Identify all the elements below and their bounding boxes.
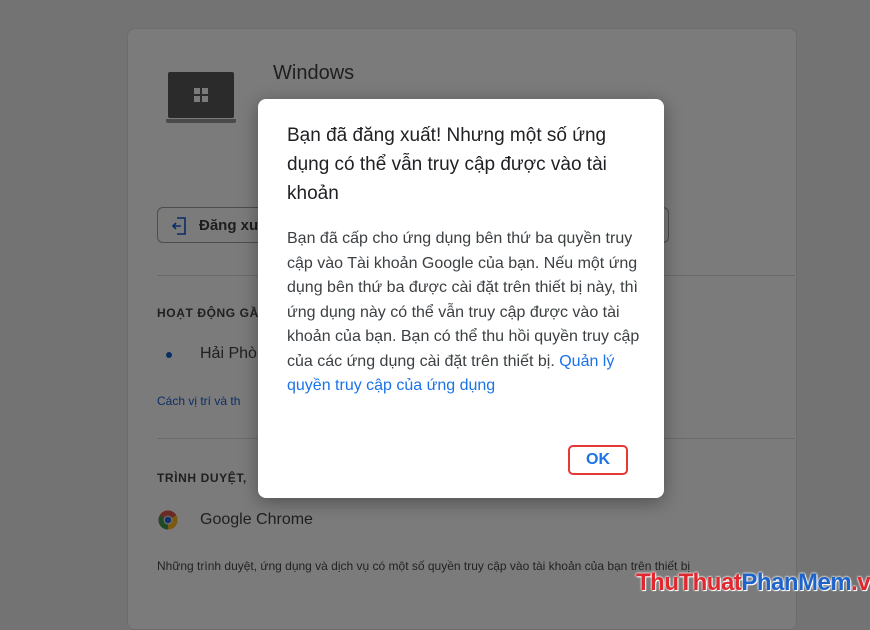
chrome-icon [158,510,178,530]
recent-activity-title: HOẠT ĐỘNG GẦ [157,306,259,320]
location-text: Hải Phò [200,345,257,362]
sign-out-icon [171,217,186,235]
chrome-label: Google Chrome [200,511,313,528]
dialog-title: Bạn đã đăng xuất! Nhưng một số ứng dụng … [287,125,607,204]
dialog-body: Bạn đã cấp cho ứng dụng bên thứ ba quyền… [287,227,649,399]
signed-out-dialog: Bạn đã đăng xuất! Nhưng một số ứng dụng … [258,99,664,498]
sign-out-label: Đăng xu [199,217,259,234]
browsers-section-title: TRÌNH DUYỆT, [157,471,247,485]
device-name: Windows [273,62,355,84]
laptop-icon [166,72,236,124]
dialog-body-text: Bạn đã cấp cho ứng dụng bên thứ ba quyền… [287,230,640,370]
ok-button[interactable]: OK [568,445,628,475]
watermark: ThuThuatPhanMem.vn [636,569,870,596]
bullet-icon [166,352,172,358]
location-info-link[interactable]: Cách vị trí và th [157,394,240,408]
windows-logo-icon [194,88,208,102]
